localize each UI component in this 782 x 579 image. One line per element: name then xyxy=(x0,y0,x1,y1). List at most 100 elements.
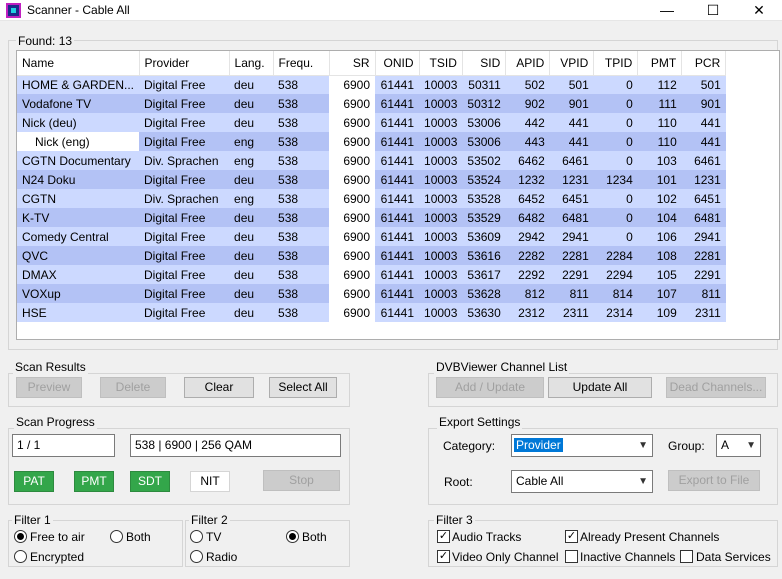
column-header[interactable]: Frequ. xyxy=(273,51,330,76)
table-cell: 10003 xyxy=(419,132,463,151)
table-cell: 53628 xyxy=(462,284,506,303)
table-cell: 61441 xyxy=(375,170,420,189)
table-cell: 538 xyxy=(273,246,330,265)
scan-count-field[interactable]: 1 / 1 xyxy=(12,434,115,457)
table-cell: 0 xyxy=(593,113,638,132)
category-select[interactable]: Provider ▼ xyxy=(511,434,653,457)
add-update-button[interactable]: Add / Update xyxy=(436,377,544,398)
column-header[interactable]: Provider xyxy=(139,51,230,76)
app-icon xyxy=(6,3,21,18)
inactive-channels-checkbox[interactable] xyxy=(565,550,578,563)
maximize-button[interactable]: ☐ xyxy=(690,0,736,21)
radio-radio[interactable] xyxy=(190,550,203,563)
column-header[interactable]: APID xyxy=(505,51,551,76)
column-header[interactable]: PMT xyxy=(637,51,683,76)
table-cell: 2292 xyxy=(505,265,550,284)
minimize-button[interactable]: — xyxy=(644,0,690,21)
stop-button[interactable]: Stop xyxy=(263,470,340,491)
table-cell: 2282 xyxy=(505,246,550,265)
table-cell: 53617 xyxy=(462,265,506,284)
table-cell: K-TV xyxy=(17,208,140,227)
table-cell: Comedy Central xyxy=(17,227,140,246)
table-cell: deu xyxy=(229,265,274,284)
table-cell: 61441 xyxy=(375,208,420,227)
table-row[interactable]: VOXup Digital Free deu 538 6900 61441 10003 536… xyxy=(17,284,726,303)
filter2-both-radio[interactable] xyxy=(286,530,299,543)
table-cell: 53006 xyxy=(462,113,506,132)
column-header[interactable]: TSID xyxy=(419,51,463,76)
table-cell: 2314 xyxy=(593,303,638,322)
table-cell: eng xyxy=(229,189,274,208)
table-cell: 6482 xyxy=(505,208,550,227)
tv-radio[interactable] xyxy=(190,530,203,543)
export-to-file-button[interactable]: Export to File xyxy=(668,470,760,491)
group-select[interactable]: A ▼ xyxy=(716,434,761,457)
table-cell: 61441 xyxy=(375,246,420,265)
table-cell: 10003 xyxy=(419,265,463,284)
table-row[interactable]: Nick (eng) Digital Free eng 538 6900 61441 100… xyxy=(17,132,726,151)
delete-button[interactable]: Delete xyxy=(100,377,166,398)
table-cell: 1234 xyxy=(593,170,638,189)
table-cell: 538 xyxy=(273,132,330,151)
table-cell: 6900 xyxy=(329,208,376,227)
table-cell: Digital Free xyxy=(139,246,230,265)
update-all-button[interactable]: Update All xyxy=(548,377,652,398)
table-cell: 814 xyxy=(593,284,638,303)
table-cell: 901 xyxy=(549,94,594,113)
video-only-checkbox[interactable]: ✓ xyxy=(437,550,450,563)
column-header[interactable]: Lang. xyxy=(229,51,274,76)
select-all-button[interactable]: Select All xyxy=(269,377,337,398)
column-header[interactable]: Name xyxy=(17,51,140,76)
table-row[interactable]: K-TV Digital Free deu 538 6900 61441 10003 5352… xyxy=(17,208,726,227)
column-header[interactable]: VPID xyxy=(549,51,595,76)
already-present-checkbox[interactable]: ✓ xyxy=(565,530,578,543)
free-to-air-radio[interactable] xyxy=(14,530,27,543)
table-cell: 538 xyxy=(273,151,330,170)
table-cell: 105 xyxy=(637,265,682,284)
dead-channels-button[interactable]: Dead Channels... xyxy=(666,377,766,398)
table-row[interactable]: CGTN Div. Sprachen eng 538 6900 61441 10003 535… xyxy=(17,189,726,208)
column-header[interactable]: SID xyxy=(462,51,507,76)
table-cell: deu xyxy=(229,94,274,113)
table-row[interactable]: DMAX Digital Free deu 538 6900 61441 10003 5361… xyxy=(17,265,726,284)
column-header[interactable]: ONID xyxy=(375,51,420,76)
filter2-title: Filter 2 xyxy=(189,513,230,527)
table-row[interactable]: CGTN Documentary Div. Sprachen eng 538 6900 6… xyxy=(17,151,726,170)
clear-button[interactable]: Clear xyxy=(184,377,254,398)
transponder-info-field[interactable]: 538 | 6900 | 256 QAM xyxy=(130,434,341,457)
table-row[interactable]: Comedy Central Digital Free deu 538 6900 6144… xyxy=(17,227,726,246)
table-cell: 110 xyxy=(637,113,682,132)
table-cell: 6481 xyxy=(681,208,726,227)
table-cell: Digital Free xyxy=(139,227,230,246)
table-row[interactable]: HOME & GARDEN... Digital Free deu 538 6900 61… xyxy=(17,75,726,94)
table-cell: Digital Free xyxy=(139,94,230,113)
close-button[interactable]: ✕ xyxy=(736,0,782,21)
table-cell: 2294 xyxy=(593,265,638,284)
audio-tracks-checkbox[interactable]: ✓ xyxy=(437,530,450,543)
table-row[interactable]: N24 Doku Digital Free deu 538 6900 61441 10003… xyxy=(17,170,726,189)
table-row[interactable]: HSE Digital Free deu 538 6900 61441 10003 53630… xyxy=(17,303,726,322)
column-header[interactable]: PCR xyxy=(681,51,727,76)
table-cell: 538 xyxy=(273,227,330,246)
encrypted-radio[interactable] xyxy=(14,550,27,563)
channel-grid[interactable]: Name Provider Lang. Frequ. SR ONID TSID SID APID… xyxy=(16,50,780,340)
filter1-both-radio[interactable] xyxy=(110,530,123,543)
table-row[interactable]: Nick (deu) Digital Free deu 538 6900 61441 100… xyxy=(17,113,726,132)
table-row[interactable]: Vodafone TV Digital Free deu 538 6900 61441 10… xyxy=(17,94,726,113)
table-row[interactable]: QVC Digital Free deu 538 6900 61441 10003 53616… xyxy=(17,246,726,265)
root-select[interactable]: Cable All ▼ xyxy=(511,470,653,493)
table-cell: 53630 xyxy=(462,303,506,322)
grid-header: Name Provider Lang. Frequ. SR ONID TSID SID APID… xyxy=(17,51,727,76)
table-cell: 0 xyxy=(593,227,638,246)
column-header[interactable]: TPID xyxy=(593,51,639,76)
table-cell: 441 xyxy=(549,113,594,132)
preview-button[interactable]: Preview xyxy=(16,377,82,398)
table-cell: 6451 xyxy=(549,189,594,208)
table-cell: 53528 xyxy=(462,189,506,208)
column-header[interactable]: SR xyxy=(329,51,376,76)
table-cell: deu xyxy=(229,113,274,132)
data-services-checkbox[interactable] xyxy=(680,550,693,563)
table-cell: 6461 xyxy=(681,151,726,170)
table-cell: Digital Free xyxy=(139,265,230,284)
table-cell: 50311 xyxy=(462,75,506,94)
